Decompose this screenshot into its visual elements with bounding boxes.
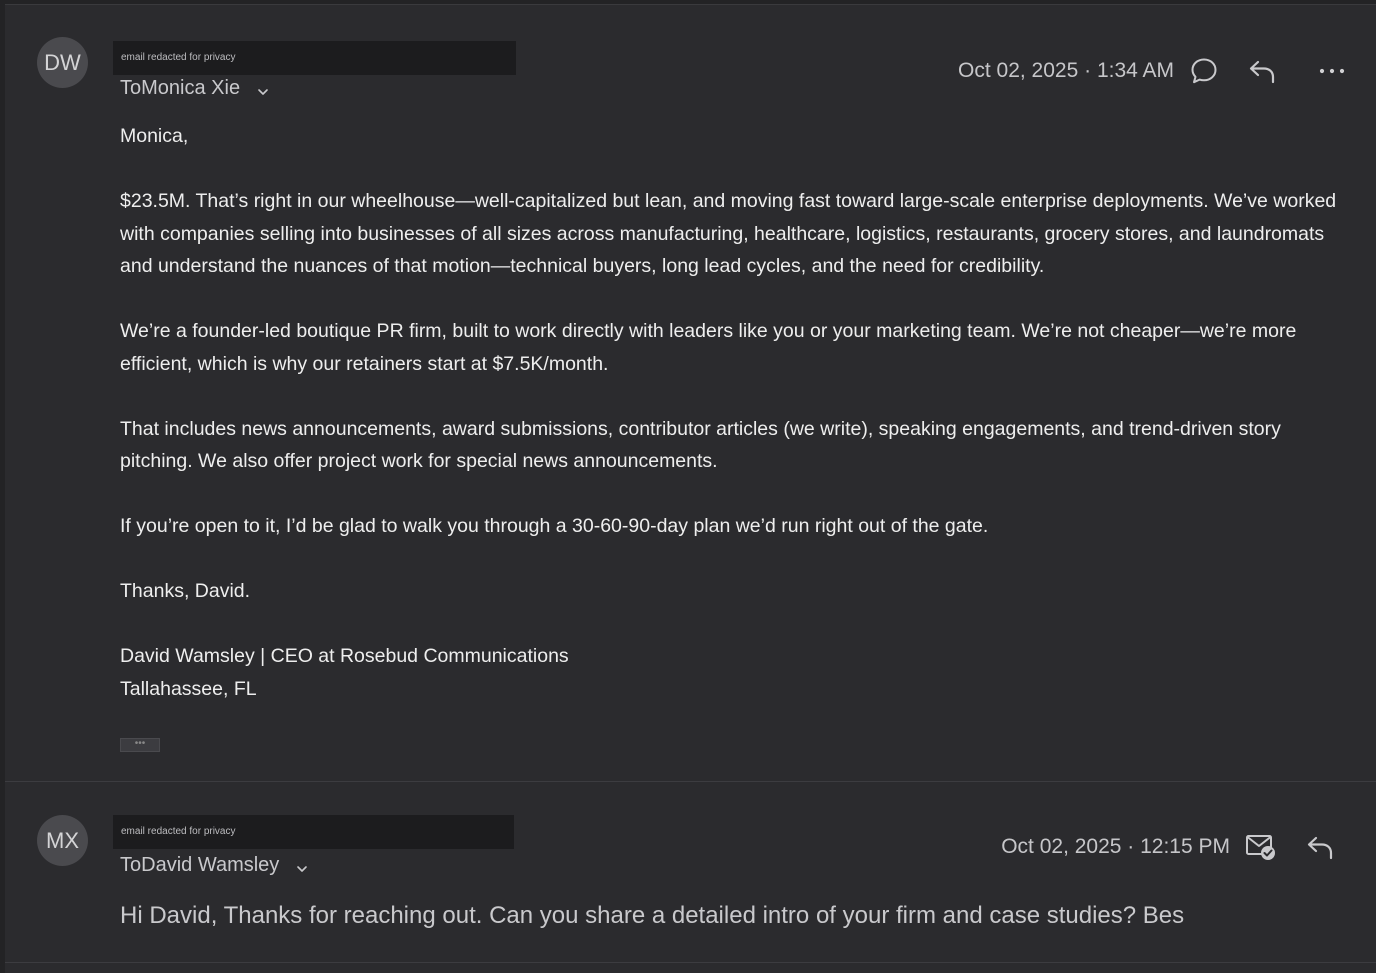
comment-icon[interactable] bbox=[1188, 55, 1220, 87]
body-paragraph: That includes news announcements, award … bbox=[120, 417, 1281, 473]
more-options-icon[interactable] bbox=[1316, 55, 1348, 87]
chevron-down-icon[interactable] bbox=[295, 859, 309, 873]
avatar: DW bbox=[37, 37, 88, 88]
message-snippet: Hi David, Thanks for reaching out. Can y… bbox=[120, 902, 1185, 929]
email-message-expanded: DW email redacted for privacy ToMonica X… bbox=[5, 5, 1376, 781]
show-quoted-text-button[interactable]: ••• bbox=[120, 738, 160, 752]
email-thread: DW email redacted for privacy ToMonica X… bbox=[5, 4, 1376, 973]
signature-name: David Wamsley | CEO at Rosebud Communica… bbox=[120, 645, 569, 667]
reply-icon[interactable] bbox=[1304, 831, 1336, 863]
signoff: Thanks, David. bbox=[120, 580, 251, 602]
recipient-line[interactable]: ToMonica Xie bbox=[120, 77, 270, 100]
redacted-label: email redacted for privacy bbox=[121, 826, 236, 837]
timestamp: Oct 02, 2025 · 12:15 PM bbox=[1001, 835, 1230, 858]
body-paragraph: $23.5M. That’s right in our wheelhouse—w… bbox=[120, 190, 1337, 277]
recipient-line[interactable]: ToDavid Wamsley bbox=[120, 854, 309, 877]
body-paragraph: If you’re open to it, I’d be glad to wal… bbox=[120, 515, 989, 537]
redacted-sender-email: email redacted for privacy bbox=[113, 815, 514, 849]
message-meta: Oct 02, 2025 · 1:34 AM bbox=[958, 55, 1348, 87]
body-paragraph: We’re a founder-led boutique PR firm, bu… bbox=[120, 320, 1297, 375]
chevron-down-icon[interactable] bbox=[256, 82, 270, 96]
email-body: Monica, $23.5M. That’s right in our whee… bbox=[120, 120, 1355, 705]
redacted-sender-email: email redacted for privacy bbox=[113, 41, 516, 75]
mail-read-icon[interactable] bbox=[1244, 831, 1278, 863]
greeting: Monica, bbox=[120, 125, 189, 147]
message-divider bbox=[5, 962, 1376, 963]
avatar-initials: DW bbox=[44, 49, 81, 75]
message-meta: Oct 02, 2025 · 12:15 PM bbox=[1001, 831, 1336, 863]
reply-icon[interactable] bbox=[1246, 55, 1278, 87]
redacted-label: email redacted for privacy bbox=[121, 52, 236, 63]
timestamp: Oct 02, 2025 · 1:34 AM bbox=[958, 59, 1174, 82]
avatar: MX bbox=[37, 815, 88, 866]
signature-location: Tallahassee, FL bbox=[120, 677, 257, 700]
recipient-text: ToDavid Wamsley bbox=[120, 854, 280, 876]
avatar-initials: MX bbox=[46, 827, 79, 853]
recipient-text: ToMonica Xie bbox=[120, 77, 241, 99]
email-message-collapsed[interactable]: MX email redacted for privacy ToDavid Wa… bbox=[5, 782, 1376, 963]
